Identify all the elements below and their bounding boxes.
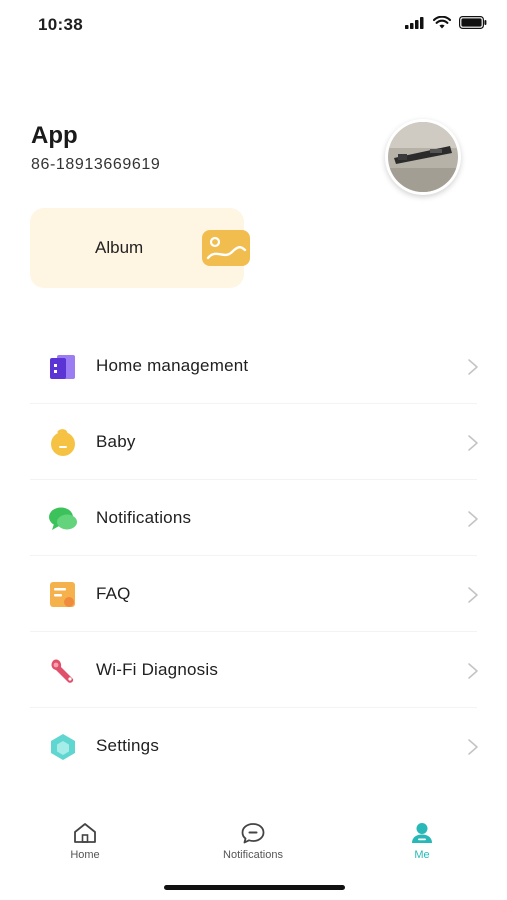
menu-label: Settings <box>96 736 160 755</box>
tab-label: Notifications <box>223 849 283 861</box>
tab-label: Me <box>414 849 430 861</box>
album-icon <box>202 230 250 266</box>
menu-list: Home management Baby Notifications FAQ W… <box>0 328 507 784</box>
album-label: Album <box>95 238 144 257</box>
menu-label: Notifications <box>96 508 192 527</box>
menu-label: Wi-Fi Diagnosis <box>96 660 219 679</box>
chat-bubbles-icon <box>49 507 77 530</box>
profile-name: App <box>31 122 78 149</box>
avatar[interactable] <box>385 119 461 195</box>
menu-item-home-management[interactable]: Home management <box>0 328 507 404</box>
menu-item-baby[interactable]: Baby <box>0 404 507 480</box>
menu-item-notifications[interactable]: Notifications <box>0 480 507 556</box>
chevron-right-icon <box>468 511 478 527</box>
chevron-right-icon <box>468 663 478 679</box>
person-icon <box>412 823 432 843</box>
wrench-icon <box>51 659 74 683</box>
menu-label: FAQ <box>96 584 131 603</box>
tab-notifications[interactable]: Notifications <box>193 815 313 861</box>
profile-header: App 86-18913669619 <box>0 110 507 200</box>
house-icon <box>74 823 96 843</box>
faq-document-icon <box>50 582 75 607</box>
message-bubble-icon <box>241 823 265 844</box>
chevron-right-icon <box>468 587 478 603</box>
status-icons <box>405 16 487 29</box>
status-time: 10:38 <box>38 15 83 34</box>
hexagon-settings-icon <box>51 734 75 760</box>
baby-face-icon <box>51 429 75 456</box>
status-bar: 10:38 <box>0 0 507 52</box>
menu-item-wifi-diagnosis[interactable]: Wi-Fi Diagnosis <box>0 632 507 708</box>
profile-phone: 86-18913669619 <box>31 156 161 173</box>
cellular-signal-icon <box>405 16 424 29</box>
chevron-right-icon <box>468 359 478 375</box>
menu-item-faq[interactable]: FAQ <box>0 556 507 632</box>
album-card[interactable]: Album <box>30 208 250 288</box>
bottom-tab-bar: Home Notifications Me <box>0 815 507 875</box>
menu-label: Home management <box>96 356 249 375</box>
battery-icon <box>459 16 487 29</box>
menu-item-settings[interactable]: Settings <box>0 708 507 784</box>
wifi-icon <box>433 16 451 29</box>
tab-home[interactable]: Home <box>25 815 145 861</box>
home-indicator <box>164 885 345 890</box>
chevron-right-icon <box>468 435 478 451</box>
menu-label: Baby <box>96 432 136 451</box>
chevron-right-icon <box>468 739 478 755</box>
avatar-photo <box>388 122 458 192</box>
tab-me[interactable]: Me <box>362 815 482 861</box>
tab-label: Home <box>70 849 100 861</box>
building-icon <box>50 355 75 379</box>
